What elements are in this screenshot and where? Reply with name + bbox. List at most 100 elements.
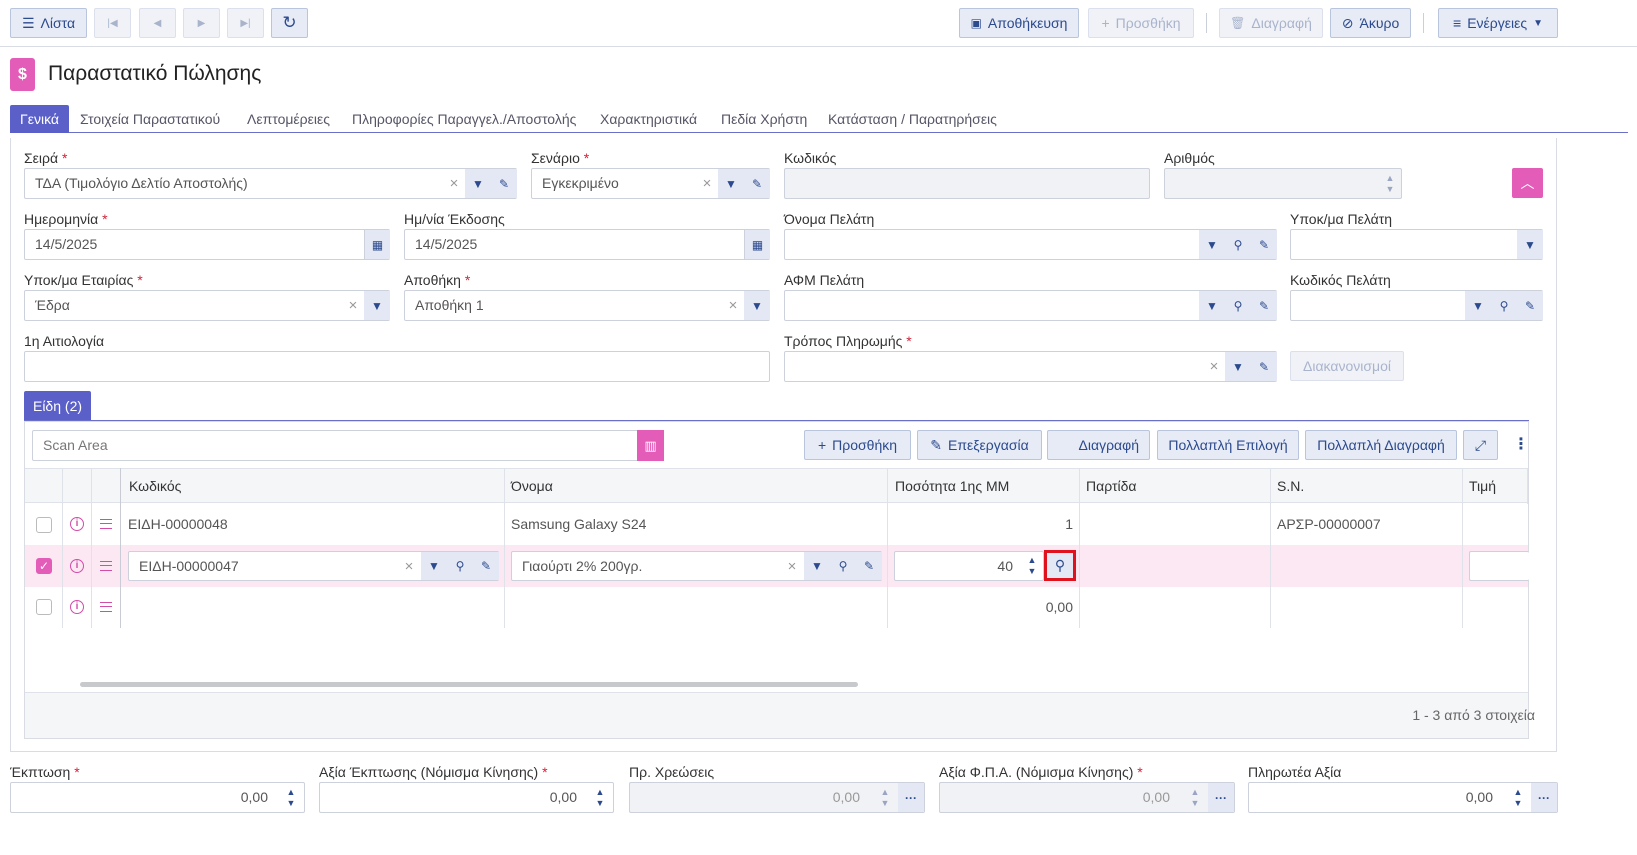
- chevron-down-icon[interactable]: ▼: [1199, 230, 1225, 259]
- tab-user-fields[interactable]: Πεδία Χρήστη: [721, 105, 807, 133]
- last-record-button[interactable]: ▶|: [227, 8, 264, 38]
- row-code-input[interactable]: ΕΙΔΗ-00000047 × ▼ ⚲ ✎: [128, 551, 499, 581]
- row-menu-icon[interactable]: [100, 602, 112, 612]
- edit-icon[interactable]: ✎: [473, 552, 499, 580]
- row-menu-icon[interactable]: [100, 561, 112, 571]
- multi-select-button[interactable]: Πολλαπλή Επιλογή: [1157, 430, 1299, 460]
- column-header-code[interactable]: Κωδικός: [129, 478, 181, 494]
- info-icon[interactable]: i: [70, 600, 84, 614]
- customer-vat-field[interactable]: ▼ ⚲ ✎: [784, 290, 1277, 321]
- info-icon[interactable]: i: [70, 517, 84, 531]
- chevron-down-icon[interactable]: ▼: [1517, 230, 1543, 259]
- info-icon[interactable]: i: [70, 559, 84, 573]
- chevron-down-icon[interactable]: ▼: [364, 291, 390, 320]
- column-header-quantity[interactable]: Ποσότητα 1ης ΜΜ: [895, 478, 1009, 494]
- search-icon[interactable]: ⚲: [1225, 291, 1251, 320]
- chevron-down-icon[interactable]: ▼: [744, 291, 770, 320]
- chevron-down-icon[interactable]: ▼: [1199, 291, 1225, 320]
- clear-icon[interactable]: ×: [396, 552, 422, 580]
- tab-status-notes[interactable]: Κατάσταση / Παρατηρήσεις: [828, 105, 997, 133]
- previous-record-button[interactable]: ◀: [139, 8, 176, 38]
- tab-details[interactable]: Λεπτομέρειες: [247, 105, 330, 133]
- discount-field[interactable]: 0,00 ▲ ▼: [10, 782, 305, 813]
- row-checkbox[interactable]: [36, 599, 52, 615]
- quantity-search-button[interactable]: ⚲: [1044, 550, 1076, 581]
- save-button[interactable]: ▣ Αποθήκευση: [959, 8, 1079, 38]
- edit-icon[interactable]: ✎: [1517, 291, 1543, 320]
- warehouse-field[interactable]: Αποθήκη 1 × ▼: [404, 290, 770, 321]
- customer-branch-field[interactable]: ▼: [1290, 229, 1543, 260]
- row-checkbox[interactable]: [36, 517, 52, 533]
- scan-area-input[interactable]: Scan Area ▥: [32, 430, 664, 461]
- row-checkbox[interactable]: ✓: [36, 558, 52, 574]
- discount-value-field[interactable]: 0,00 ▲ ▼: [319, 782, 614, 813]
- chevron-down-icon[interactable]: ▼: [421, 552, 447, 580]
- edit-icon[interactable]: ✎: [1251, 352, 1277, 381]
- customer-code-field[interactable]: ▼ ⚲ ✎: [1290, 290, 1543, 321]
- discount-stepper[interactable]: ▲ ▼: [278, 783, 304, 812]
- more-icon[interactable]: ···: [898, 783, 924, 812]
- search-icon[interactable]: ⚲: [1225, 230, 1251, 259]
- collapse-button[interactable]: ︿: [1512, 168, 1543, 198]
- multi-delete-button[interactable]: Πολλαπλή Διαγραφή: [1305, 430, 1457, 460]
- row-price-input[interactable]: [1469, 551, 1529, 581]
- payable-field[interactable]: 0,00 ▲ ▼ ···: [1248, 782, 1558, 813]
- horizontal-scrollbar[interactable]: [80, 682, 858, 687]
- actions-button[interactable]: ≡ Ενέργειες ▼: [1438, 8, 1558, 38]
- row-menu-icon[interactable]: [100, 519, 112, 529]
- column-header-name[interactable]: Όνομα: [511, 478, 553, 494]
- clear-icon[interactable]: ×: [720, 291, 746, 320]
- more-icon[interactable]: ···: [1531, 783, 1557, 812]
- cancel-button[interactable]: ⊘ Άκυρο: [1330, 8, 1411, 38]
- chevron-down-icon[interactable]: ▼: [465, 169, 491, 198]
- company-branch-field[interactable]: Έδρα × ▼: [24, 290, 390, 321]
- next-record-button[interactable]: ▶: [183, 8, 220, 38]
- customer-name-field[interactable]: ▼ ⚲ ✎: [784, 229, 1277, 260]
- chevron-down-icon[interactable]: ▼: [1465, 291, 1491, 320]
- add-button[interactable]: + Προσθήκη: [1088, 8, 1194, 38]
- column-header-sn[interactable]: S.N.: [1277, 478, 1304, 494]
- column-header-price[interactable]: Τιμή: [1469, 478, 1496, 494]
- grid-delete-button[interactable]: Διαγραφή: [1047, 430, 1150, 460]
- reason-field[interactable]: [24, 351, 770, 382]
- clear-icon[interactable]: ×: [694, 169, 720, 198]
- barcode-icon[interactable]: ▥: [637, 430, 664, 461]
- calendar-icon[interactable]: ▦: [744, 230, 770, 259]
- series-field[interactable]: ΤΔΑ (Τιμολόγιο Δελτίο Αποστολής) × ▼ ✎: [24, 168, 517, 199]
- scenario-field[interactable]: Εγκεκριμένο × ▼ ✎: [531, 168, 770, 199]
- tab-document-details[interactable]: Στοιχεία Παραστατικού: [80, 105, 220, 133]
- list-button[interactable]: ☰ Λίστα: [10, 8, 87, 38]
- tab-order-shipping[interactable]: Πληροφορίες Παραγγελ./Αποστολής: [352, 105, 576, 133]
- edit-icon[interactable]: ✎: [744, 169, 770, 198]
- payable-stepper[interactable]: ▲ ▼: [1505, 783, 1531, 812]
- edit-icon[interactable]: ✎: [491, 169, 517, 198]
- tab-items[interactable]: Είδη (2): [24, 391, 91, 421]
- quantity-stepper[interactable]: ▲ ▼: [1019, 552, 1045, 580]
- edit-icon[interactable]: ✎: [1251, 291, 1277, 320]
- settlements-button[interactable]: Διακανονισμοί: [1290, 351, 1404, 381]
- clear-icon[interactable]: ×: [779, 552, 805, 580]
- chevron-down-icon[interactable]: ▼: [718, 169, 744, 198]
- more-icon[interactable]: ···: [1208, 783, 1234, 812]
- first-record-button[interactable]: |◀: [94, 8, 131, 38]
- row-quantity-input[interactable]: 40 ▲ ▼: [894, 551, 1044, 581]
- tab-general[interactable]: Γενικά: [10, 105, 69, 133]
- more-options-icon[interactable]: ⋮: [1513, 434, 1529, 454]
- search-icon[interactable]: ⚲: [830, 552, 856, 580]
- chevron-down-icon[interactable]: ▼: [1225, 352, 1251, 381]
- column-header-batch[interactable]: Παρτίδα: [1086, 478, 1137, 494]
- issue-date-field[interactable]: 14/5/2025 ▦: [404, 229, 770, 260]
- clear-icon[interactable]: ×: [441, 169, 467, 198]
- clear-icon[interactable]: ×: [1201, 352, 1227, 381]
- date-field[interactable]: 14/5/2025 ▦: [24, 229, 390, 260]
- tab-characteristics[interactable]: Χαρακτηριστικά: [600, 105, 697, 133]
- search-icon[interactable]: ⚲: [1491, 291, 1517, 320]
- discount-value-stepper[interactable]: ▲ ▼: [587, 783, 613, 812]
- clear-icon[interactable]: ×: [340, 291, 366, 320]
- chevron-down-icon[interactable]: ▼: [804, 552, 830, 580]
- edit-icon[interactable]: ✎: [856, 552, 882, 580]
- expand-button[interactable]: ⤢: [1463, 430, 1498, 460]
- calendar-icon[interactable]: ▦: [364, 230, 390, 259]
- grid-add-button[interactable]: + Προσθήκη: [804, 430, 911, 460]
- row-name-input[interactable]: Γιαούρτι 2% 200γρ. × ▼ ⚲ ✎: [511, 551, 882, 581]
